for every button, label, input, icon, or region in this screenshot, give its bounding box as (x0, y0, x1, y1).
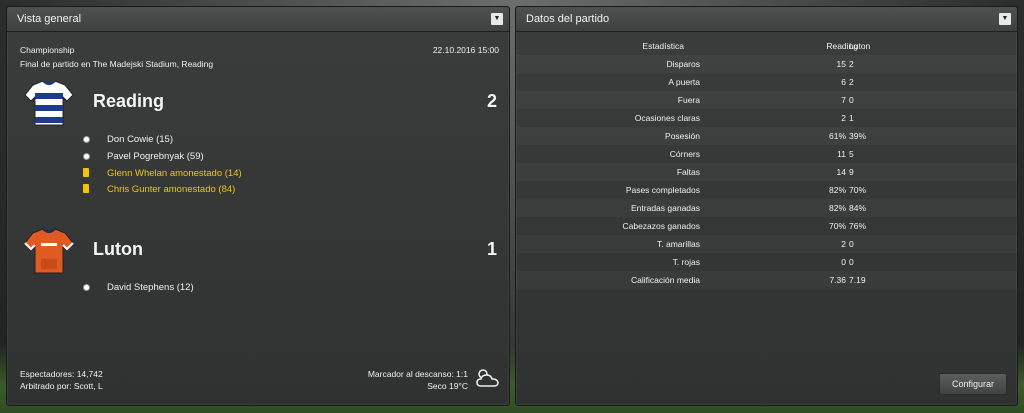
referee-label: Arbitrado por: Scott, L (20, 381, 103, 391)
reading-kit-icon (23, 77, 75, 134)
stat-away-value: 39% (849, 131, 867, 141)
stat-row: A puerta 6 2 (516, 73, 1017, 91)
halftime-score: Marcador al descanso: 1:1 (367, 369, 468, 379)
overview-dropdown-icon[interactable]: ▼ (491, 13, 503, 25)
stat-label: Córners (669, 149, 700, 159)
match-stats-dropdown-icon[interactable]: ▼ (999, 13, 1011, 25)
stat-row: T. rojas 0 0 (516, 253, 1017, 271)
venue-label: Final de partido en The Madejski Stadium… (20, 59, 214, 69)
stat-home-value: 14 (836, 167, 846, 177)
stat-label: A puerta (668, 77, 700, 87)
stats-header-away: Luton (849, 41, 871, 51)
stat-away-value: 0 (849, 239, 854, 249)
overview-panel-header: Vista general ▼ (7, 7, 509, 32)
stat-row: T. amarillas 2 0 (516, 235, 1017, 253)
stat-home-value: 70% (828, 221, 846, 231)
stat-label: T. amarillas (657, 239, 700, 249)
stat-home-value: 2 (841, 239, 846, 249)
stat-label: Entradas ganadas (631, 203, 700, 213)
away-team-score: 1 (486, 239, 497, 259)
stat-away-value: 70% (849, 185, 867, 195)
stats-header-row: Estadística Reading Luton (516, 37, 1017, 55)
home-event-2[interactable]: Pavel Pogrebnyak (59) (107, 151, 204, 162)
stat-row: Calificación media 7.36 7.19 (516, 271, 1017, 289)
stat-home-value: 11 (837, 149, 846, 159)
stat-home-value: 15 (836, 59, 846, 69)
weather-label: Seco 19°C (427, 381, 468, 391)
home-event-3[interactable]: Glenn Whelan amonestado (14) (107, 168, 242, 179)
stat-row: Ocasiones claras 2 1 (516, 109, 1017, 127)
competition-label: Championship (20, 45, 75, 55)
stat-row: Pases completados 82% 70% (516, 181, 1017, 199)
yellow-card-icon (83, 168, 89, 177)
stat-away-value: 0 (849, 257, 854, 267)
home-event-1[interactable]: Don Cowie (15) (107, 134, 173, 145)
configure-button[interactable]: Configurar (939, 373, 1007, 395)
stat-home-value: 82% (828, 203, 846, 213)
stat-label: Ocasiones claras (634, 113, 700, 123)
stat-away-value: 84% (849, 203, 867, 213)
stat-row: Faltas 14 9 (516, 163, 1017, 181)
match-stats-panel: Datos del partido ▼ Estadística Reading … (515, 6, 1018, 406)
stat-away-value: 2 (849, 59, 854, 69)
stat-home-value: 6 (841, 77, 846, 87)
match-date: 22.10.2016 15:00 (432, 45, 499, 55)
goal-icon (83, 153, 90, 160)
stat-label: Fuera (677, 95, 700, 105)
stat-away-value: 7.19 (849, 275, 866, 285)
match-stats-panel-header: Datos del partido ▼ (516, 7, 1017, 32)
stat-label: Pases completados (625, 185, 700, 195)
home-team-name[interactable]: Reading (93, 91, 164, 112)
stat-home-value: 61% (828, 131, 846, 141)
stat-label: Calificación media (631, 275, 700, 285)
stat-home-value: 0 (841, 257, 846, 267)
home-team-score: 2 (486, 91, 497, 111)
stat-label: Cabezazos ganados (622, 221, 700, 231)
stat-row: Posesión 61% 39% (516, 127, 1017, 145)
stat-row: Córners 11 5 (516, 145, 1017, 163)
stat-row: Entradas ganadas 82% 84% (516, 199, 1017, 217)
stat-home-value: 82% (828, 185, 846, 195)
stat-home-value: 2 (841, 113, 846, 123)
stat-home-value: 7.36 (829, 275, 846, 285)
stat-row: Disparos 15 2 (516, 55, 1017, 73)
stat-label: Posesión (665, 131, 700, 141)
stat-away-value: 76% (849, 221, 867, 231)
luton-kit-icon (23, 225, 75, 282)
goal-icon (83, 136, 90, 143)
cloud-sun-icon (475, 367, 501, 394)
stat-away-value: 1 (849, 113, 854, 123)
away-event-1[interactable]: David Stephens (12) (107, 282, 194, 293)
home-event-4[interactable]: Chris Gunter amonestado (84) (107, 184, 235, 195)
stat-away-value: 2 (849, 77, 854, 87)
stat-home-value: 7 (841, 95, 846, 105)
match-stats-panel-title: Datos del partido (526, 13, 610, 25)
stat-label: T. rojas (672, 257, 700, 267)
stats-header-label: Estadística (642, 41, 684, 51)
stat-label: Disparos (666, 59, 700, 69)
overview-panel-title: Vista general (17, 13, 82, 25)
stat-away-value: 9 (849, 167, 854, 177)
stat-label: Faltas (676, 167, 700, 177)
overview-panel: Vista general ▼ Championship 22.10.2016 … (6, 6, 510, 406)
stat-away-value: 5 (849, 149, 854, 159)
goal-icon (83, 284, 90, 291)
stat-away-value: 0 (849, 95, 854, 105)
stat-row: Cabezazos ganados 70% 76% (516, 217, 1017, 235)
attendance-label: Espectadores: 14,742 (20, 369, 103, 379)
stat-row: Fuera 7 0 (516, 91, 1017, 109)
away-team-name[interactable]: Luton (93, 239, 143, 260)
yellow-card-icon (83, 184, 89, 193)
